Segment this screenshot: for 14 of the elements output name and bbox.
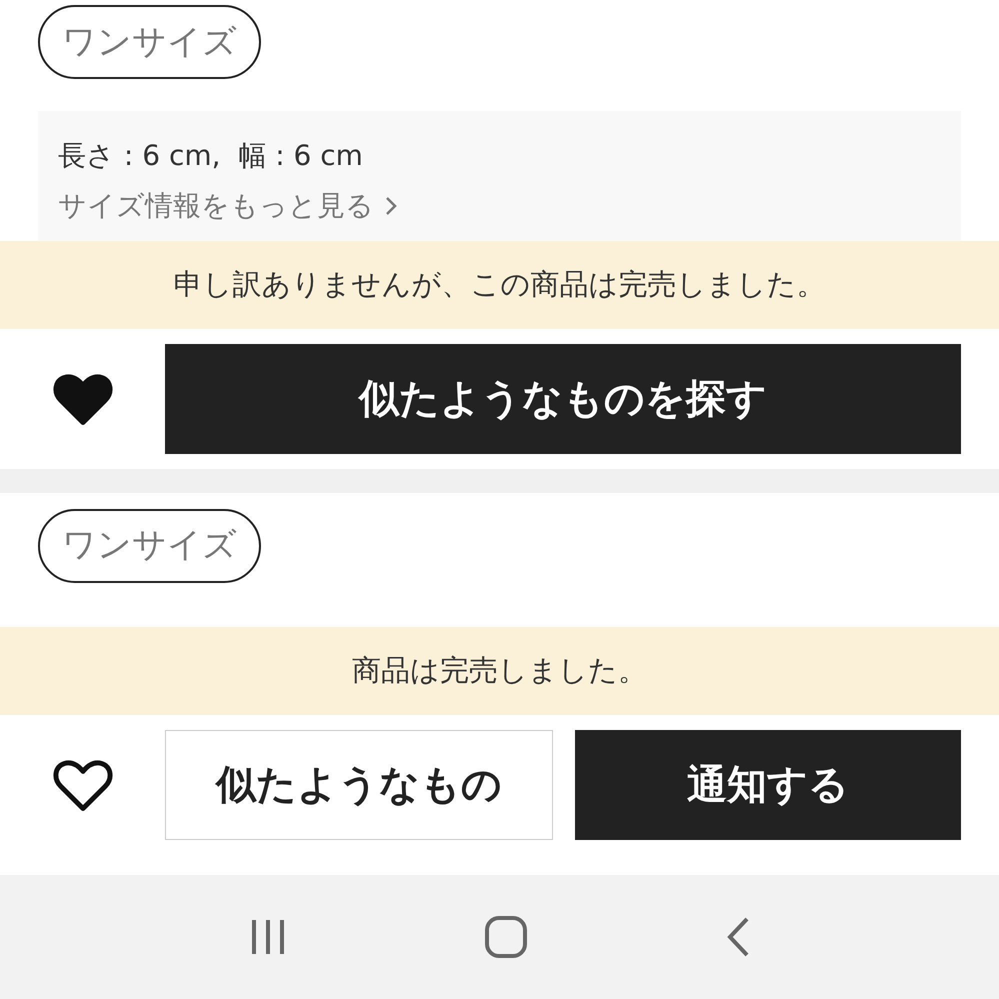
- heart-icon[interactable]: [52, 373, 112, 425]
- action-button[interactable]: 似たようなものを探す: [165, 344, 961, 454]
- chevron-right-icon: [384, 195, 398, 217]
- sold-out-message: 申し訳ありませんが、この商品は完売しました。: [174, 266, 826, 304]
- size-info-link[interactable]: サイズ情報をもっと見る: [58, 189, 398, 223]
- home-icon[interactable]: [484, 914, 528, 959]
- size-chip[interactable]: ワンサイズ: [38, 508, 261, 583]
- size-dimensions: 長さ : 6 cm, 幅 : 6 cm: [58, 139, 364, 173]
- action-button[interactable]: 通知する: [575, 730, 961, 840]
- size-chip[interactable]: ワンサイズ: [38, 5, 261, 79]
- action-button[interactable]: 似たようなもの: [165, 730, 553, 840]
- heart-icon[interactable]: [52, 758, 112, 811]
- back-icon[interactable]: [724, 916, 751, 958]
- sold-out-message: 商品は完売しました。: [352, 652, 647, 690]
